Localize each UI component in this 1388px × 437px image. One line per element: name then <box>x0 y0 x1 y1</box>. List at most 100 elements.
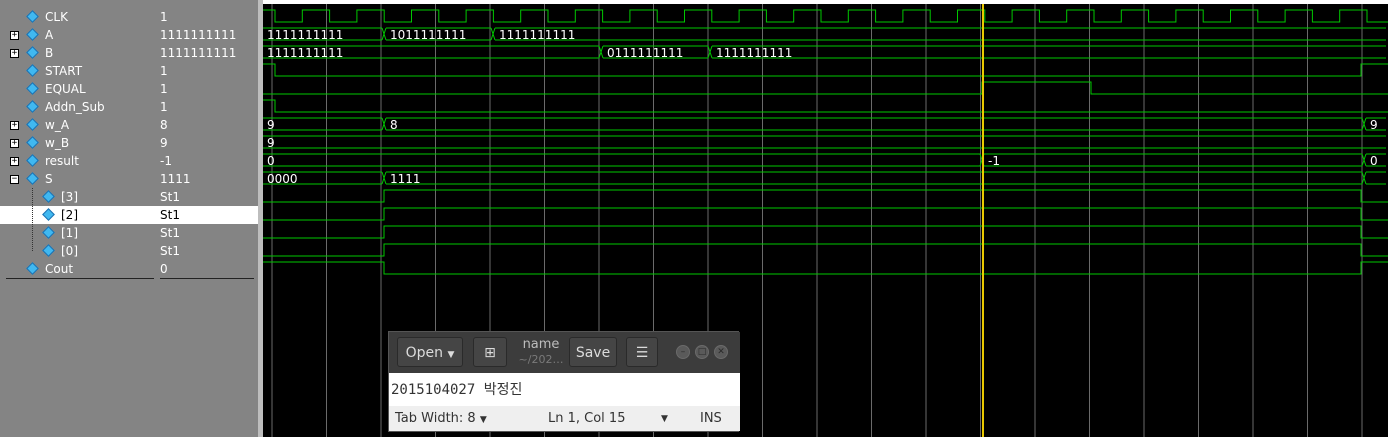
signal-name: S <box>45 172 53 186</box>
expand-icon[interactable]: + <box>10 31 19 40</box>
bus-value-label: 8 <box>390 118 398 132</box>
bus-transition <box>1361 171 1367 185</box>
signal-value: 1111 <box>160 172 191 186</box>
gedit-header-bar: Open ▼ ⊞ name ~/202… Save ☰ – □ ✕ <box>389 332 740 373</box>
list-end-divider <box>160 278 254 279</box>
expand-icon[interactable]: + <box>10 139 19 148</box>
close-icon: ✕ <box>717 347 725 357</box>
bus-value-label: 0 <box>267 154 275 168</box>
signal-row-w_B[interactable]: + w_B <box>0 134 157 152</box>
chevron-down-icon: ▼ <box>447 350 455 360</box>
bus-transition <box>707 45 713 59</box>
bus-segment <box>1366 171 1386 185</box>
signal-row-2[interactable]: [2] <box>0 206 157 224</box>
new-tab-button[interactable]: ⊞ <box>473 337 507 367</box>
signal-icon <box>26 28 39 41</box>
new-document-icon: ⊞ <box>484 345 496 361</box>
bus-value-label: 9 <box>267 136 275 150</box>
signal-icon <box>26 100 39 113</box>
close-button[interactable]: ✕ <box>714 345 728 359</box>
bus-value-label: 1111111111 <box>267 46 343 60</box>
save-button[interactable]: Save <box>569 337 617 367</box>
collapse-icon[interactable]: − <box>10 175 19 184</box>
signal-icon <box>42 208 55 221</box>
bus-segment <box>386 117 1362 131</box>
minimize-button[interactable]: – <box>676 345 690 359</box>
bus-segment <box>386 171 1362 185</box>
chevron-down-icon[interactable]: ▼ <box>661 414 668 424</box>
signal-row-result[interactable]: + result <box>0 152 157 170</box>
expand-icon[interactable]: + <box>10 121 19 130</box>
bus-segment <box>495 27 1386 41</box>
signal-row-START[interactable]: START <box>0 62 157 80</box>
bus-transition <box>598 45 604 59</box>
bus-transition <box>1361 117 1367 131</box>
expand-icon[interactable]: + <box>10 49 19 58</box>
signal-value: -1 <box>160 154 172 168</box>
expand-icon[interactable]: + <box>10 157 19 166</box>
list-end-divider <box>6 278 154 279</box>
bus-value-label: 0111111111 <box>607 46 683 60</box>
insert-mode-indicator: INS <box>700 411 722 426</box>
bus-transition <box>490 27 496 41</box>
signal-row-CLK[interactable]: CLK <box>0 8 157 26</box>
signal-row-1[interactable]: [1] <box>0 224 157 242</box>
signal-name: [2] <box>61 208 78 222</box>
bus-transition <box>381 117 387 131</box>
signal-value: St1 <box>157 206 258 224</box>
start-waveform <box>263 63 1388 77</box>
bus-value-label: 0000 <box>267 172 298 186</box>
bus-value-label: 9 <box>1370 118 1378 132</box>
signal-row-3[interactable]: [3] <box>0 188 157 206</box>
signal-row-EQUAL[interactable]: EQUAL <box>0 80 157 98</box>
minimize-icon: – <box>680 347 686 357</box>
signal-value: St1 <box>160 226 180 240</box>
tab-width-label: Tab Width: 8 <box>395 411 476 426</box>
signal-value: 1 <box>160 82 168 96</box>
clk-waveform <box>263 9 1388 23</box>
maximize-button[interactable]: □ <box>695 345 709 359</box>
signal-value: 1 <box>160 10 168 24</box>
bus-segment <box>712 45 1386 59</box>
text-editor-area[interactable]: 2015104027 박정진 Tab Width: 8 ▼ Ln 1, Col … <box>389 373 740 431</box>
status-bar: Tab Width: 8 ▼ Ln 1, Col 15 ▼ INS <box>389 406 740 431</box>
bus-value-label: 1111111111 <box>267 28 343 42</box>
bus-segment <box>263 135 1386 149</box>
signal-value: 9 <box>160 136 168 150</box>
bus-value-label: 1111111111 <box>716 46 792 60</box>
signal-icon <box>26 118 39 131</box>
window-title: name <box>522 337 560 352</box>
open-button[interactable]: Open ▼ <box>397 337 463 367</box>
bus-value-label: 1011111111 <box>390 28 466 42</box>
cursor-position-selector[interactable]: Ln 1, Col 15 <box>548 411 625 426</box>
signal-icon <box>26 136 39 149</box>
addn-sub-waveform <box>263 99 1388 113</box>
bus-value-label: 0 <box>1370 154 1378 168</box>
window-subtitle: ~/202… <box>518 353 564 366</box>
signal-row-Cout[interactable]: Cout <box>0 260 157 278</box>
signal-name: Addn_Sub <box>45 100 105 114</box>
signal-icon <box>26 10 39 23</box>
signal-value: 1111111111 <box>160 46 237 60</box>
maximize-icon: □ <box>697 347 707 357</box>
signal-icon <box>42 190 55 203</box>
signal-row-S[interactable]: − S <box>0 170 157 188</box>
signal-row-Addn_Sub[interactable]: Addn_Sub <box>0 98 157 116</box>
signal-value: St1 <box>160 244 180 258</box>
menu-button[interactable]: ☰ <box>626 337 658 367</box>
signal-name: START <box>45 64 83 78</box>
document-text[interactable]: 2015104027 박정진 <box>391 379 522 399</box>
bus-transition <box>1361 153 1367 167</box>
signal-value: 1 <box>160 100 168 114</box>
bit3-waveform <box>263 189 1388 203</box>
signal-icon <box>26 154 39 167</box>
signal-row-A[interactable]: + A <box>0 26 157 44</box>
signal-row-0[interactable]: [0] <box>0 242 157 260</box>
signal-row-B[interactable]: + B <box>0 44 157 62</box>
signal-icon <box>26 64 39 77</box>
signal-icon <box>26 262 39 275</box>
signal-row-w_A[interactable]: + w_A <box>0 116 157 134</box>
gedit-window[interactable]: Open ▼ ⊞ name ~/202… Save ☰ – □ ✕ 201510… <box>388 331 740 432</box>
signal-value: 1 <box>160 64 168 78</box>
tab-width-selector[interactable]: Tab Width: 8 ▼ <box>395 411 487 426</box>
